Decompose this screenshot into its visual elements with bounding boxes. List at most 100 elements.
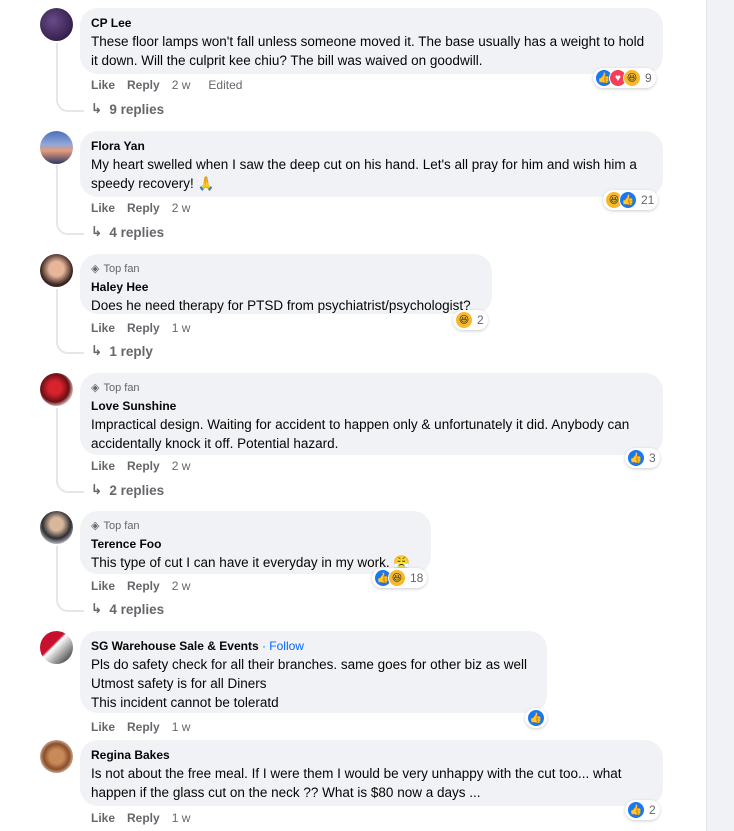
comment-text: Does he need therapy for PTSD from psych…: [91, 298, 471, 313]
reaction-summary[interactable]: 👍: [525, 708, 547, 728]
comment-line: Utmost safety is for all Diners: [91, 676, 267, 691]
avatar[interactable]: [40, 740, 73, 773]
comment-actions: Like Reply 1 w: [91, 720, 190, 734]
reply-button[interactable]: Reply: [127, 321, 160, 335]
reaction-summary[interactable]: 👍 ♥ 😆 9: [593, 68, 656, 88]
comment-line: This incident cannot be toleratd: [91, 695, 279, 710]
thread-line: [56, 289, 58, 340]
comment-line: Pls do safety check for all their branch…: [91, 657, 527, 672]
comment-actions: Like Reply 2 w: [91, 459, 190, 473]
reaction-summary[interactable]: 😆 2: [453, 310, 488, 330]
follow-button[interactable]: · Follow: [262, 639, 304, 653]
comment-text: Is not about the free meal. If I were th…: [91, 766, 622, 800]
author-name[interactable]: SG Warehouse Sale & Events: [91, 639, 259, 653]
reaction-count: 18: [410, 571, 424, 585]
reaction-count: 3: [649, 451, 656, 465]
top-fan-badge: ◈ Top fan: [91, 262, 480, 276]
reply-button[interactable]: Reply: [127, 201, 160, 215]
avatar[interactable]: [40, 254, 73, 287]
comment-author[interactable]: Terence Foo: [91, 537, 419, 551]
reaction-summary[interactable]: 👍 3: [625, 448, 660, 468]
view-replies-button[interactable]: ↳ 1 reply: [91, 343, 153, 359]
comment-text: These floor lamps won't fall unless some…: [91, 34, 645, 68]
timestamp[interactable]: 2 w: [172, 579, 191, 593]
comment-author[interactable]: Haley Hee: [91, 280, 480, 294]
timestamp[interactable]: 1 w: [172, 321, 191, 335]
badge-label: Top fan: [103, 381, 140, 394]
avatar[interactable]: [40, 373, 73, 406]
laugh-icon: 😆: [388, 569, 406, 587]
reaction-count: 9: [645, 71, 652, 85]
replies-label: 2 replies: [109, 482, 165, 498]
reply-button[interactable]: Reply: [127, 811, 160, 825]
timestamp[interactable]: 2 w: [172, 201, 191, 215]
badge-label: Top fan: [103, 262, 140, 275]
like-button[interactable]: Like: [91, 811, 115, 825]
badge-label: Top fan: [103, 519, 140, 532]
view-replies-button[interactable]: ↳ 4 replies: [91, 224, 164, 240]
diamond-icon: ◈: [91, 263, 100, 275]
comment-actions: Like Reply 2 w: [91, 201, 190, 215]
comment-actions: Like Reply 1 w: [91, 811, 190, 825]
reply-button[interactable]: Reply: [127, 78, 160, 92]
replies-label: 4 replies: [109, 224, 165, 240]
reply-arrow-icon: ↳: [91, 101, 103, 116]
comment-actions: Like Reply 2 w Edited: [91, 78, 242, 92]
comment-bubble: Flora Yan My heart swelled when I saw th…: [80, 131, 663, 197]
avatar[interactable]: [40, 511, 73, 544]
comment-bubble: ◈ Top fan Terence Foo This type of cut I…: [80, 511, 431, 574]
reply-button[interactable]: Reply: [127, 720, 160, 734]
thumbs-up-icon: 👍: [619, 191, 637, 209]
reaction-count: 2: [649, 803, 656, 817]
reply-button[interactable]: Reply: [127, 579, 160, 593]
comment-author[interactable]: Regina Bakes: [91, 748, 651, 762]
top-fan-badge: ◈ Top fan: [91, 381, 651, 395]
like-button[interactable]: Like: [91, 201, 115, 215]
reaction-summary[interactable]: 👍 😆 18: [372, 568, 428, 588]
timestamp[interactable]: 1 w: [172, 811, 191, 825]
reaction-summary[interactable]: 😆 👍 21: [603, 190, 659, 210]
timestamp[interactable]: 1 w: [172, 720, 191, 734]
comment-text: My heart swelled when I saw the deep cut…: [91, 157, 637, 191]
comment-bubble: ◈ Top fan Haley Hee Does he need therapy…: [80, 254, 492, 314]
view-replies-button[interactable]: ↳ 2 replies: [91, 482, 164, 498]
comment-author[interactable]: CP Lee: [91, 16, 651, 30]
edited-label: Edited: [208, 78, 243, 92]
comment-actions: Like Reply 2 w: [91, 579, 190, 593]
diamond-icon: ◈: [91, 382, 100, 394]
comment-author[interactable]: Love Sunshine: [91, 399, 651, 413]
thread-line: [56, 165, 58, 221]
thumbs-up-icon: 👍: [527, 709, 545, 727]
comment-actions: Like Reply 1 w: [91, 321, 190, 335]
avatar[interactable]: [40, 631, 73, 664]
avatar[interactable]: [40, 8, 73, 41]
avatar[interactable]: [40, 131, 73, 164]
like-button[interactable]: Like: [91, 78, 115, 92]
thumbs-up-icon: 👍: [627, 449, 645, 467]
panel-edge: [706, 0, 707, 831]
top-fan-badge: ◈ Top fan: [91, 519, 419, 533]
like-button[interactable]: Like: [91, 321, 115, 335]
comment-bubble: SG Warehouse Sale & Events · Follow Pls …: [80, 631, 547, 713]
replies-label: 4 replies: [109, 601, 165, 617]
reply-arrow-icon: ↳: [91, 482, 103, 497]
reaction-count: 21: [641, 193, 655, 207]
view-replies-button[interactable]: ↳ 4 replies: [91, 601, 164, 617]
comment-bubble: CP Lee These floor lamps won't fall unle…: [80, 8, 663, 74]
like-button[interactable]: Like: [91, 579, 115, 593]
view-replies-button[interactable]: ↳ 9 replies: [91, 101, 164, 117]
timestamp[interactable]: 2 w: [172, 78, 191, 92]
reply-arrow-icon: ↳: [91, 601, 103, 616]
replies-label: 1 reply: [109, 343, 153, 359]
like-button[interactable]: Like: [91, 459, 115, 473]
reaction-summary[interactable]: 👍 2: [625, 800, 660, 820]
reaction-count: 2: [477, 313, 484, 327]
reply-button[interactable]: Reply: [127, 459, 160, 473]
laugh-icon: 😆: [455, 311, 473, 329]
comment-bubble: ◈ Top fan Love Sunshine Impractical desi…: [80, 373, 663, 455]
comment-author[interactable]: Flora Yan: [91, 139, 651, 153]
timestamp[interactable]: 2 w: [172, 459, 191, 473]
comment-text: This type of cut I can have it everyday …: [91, 555, 411, 570]
like-button[interactable]: Like: [91, 720, 115, 734]
laugh-icon: 😆: [623, 69, 641, 87]
